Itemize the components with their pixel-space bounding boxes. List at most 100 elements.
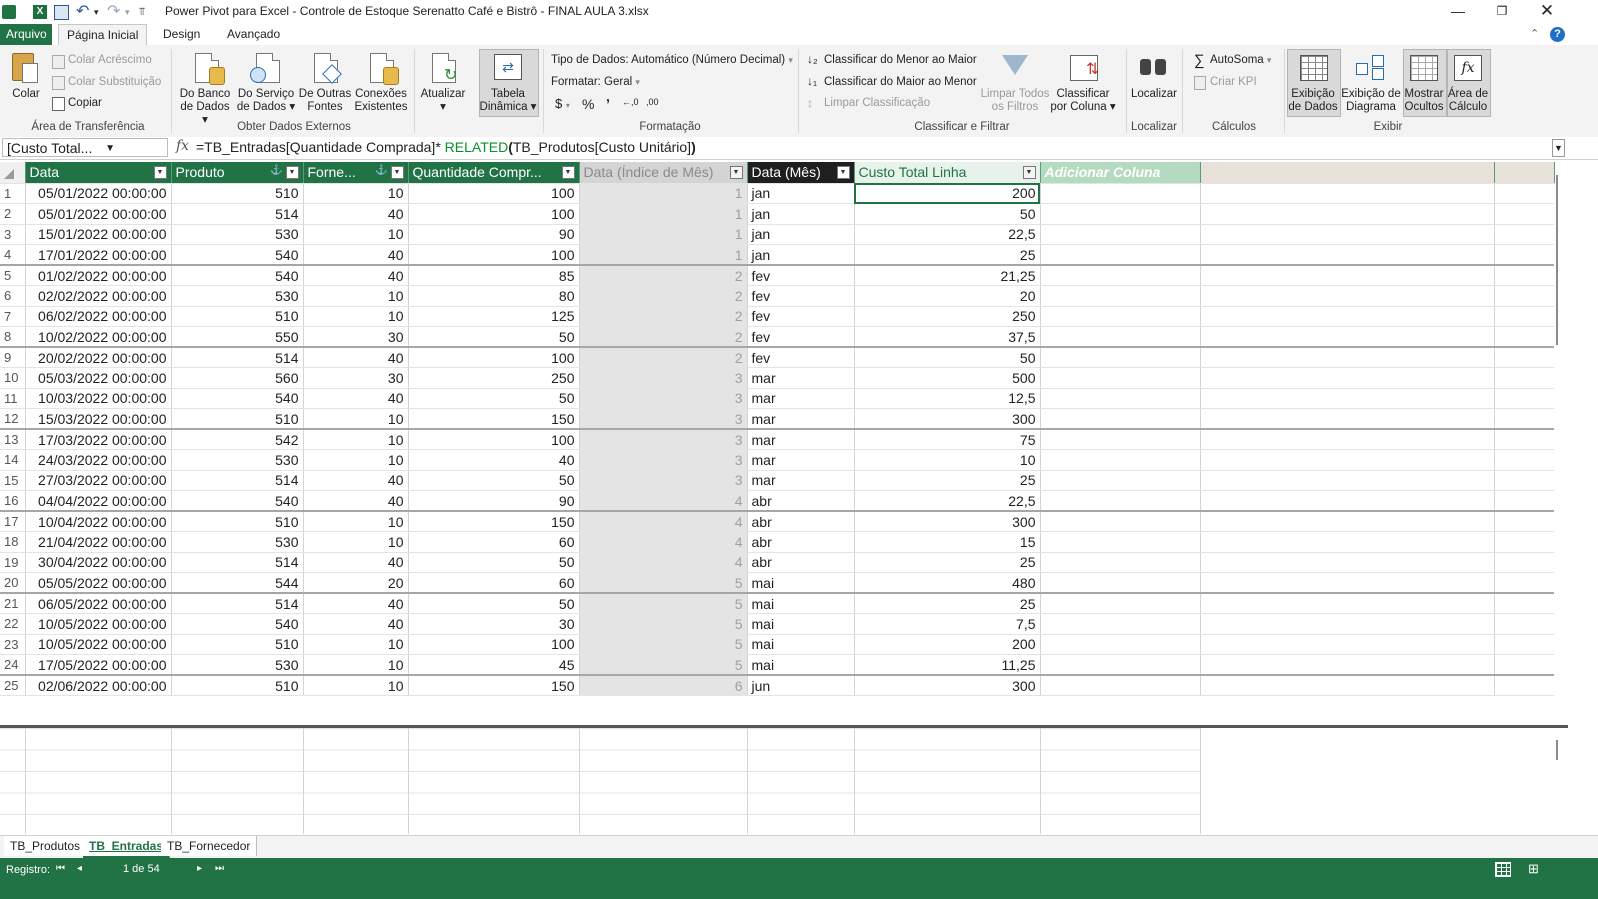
cell-produto[interactable]: 542 [171, 429, 304, 450]
refresh-button[interactable]: Atualizar ▾ [418, 88, 468, 114]
clear-sort-button[interactable]: Limpar Classificação [824, 97, 930, 109]
cell-produto[interactable]: 530 [171, 654, 304, 676]
cell-data[interactable]: 05/01/2022 00:00:00 [25, 183, 172, 204]
cell-fornecedor[interactable]: 40 [303, 265, 409, 286]
cell-empty[interactable] [1040, 326, 1201, 348]
cell-data[interactable]: 02/06/2022 00:00:00 [25, 675, 172, 696]
cell-empty[interactable] [1040, 552, 1201, 573]
table-row[interactable]: 11 10/03/2022 00:00:00 540 40 50 3 mar 12,5 [0, 388, 1554, 409]
formula-input[interactable]: =TB_Entradas[Quantidade Comprada]* RELAT… [196, 139, 696, 155]
cell-fornecedor[interactable]: 40 [303, 552, 409, 573]
cell-mes[interactable]: jun [747, 675, 855, 696]
sort-ascending-button[interactable]: Classificar do Menor ao Maior [824, 54, 977, 66]
cell-produto[interactable]: 514 [171, 593, 304, 614]
save-icon[interactable] [54, 5, 69, 20]
redo-dropdown-icon[interactable]: ▾ [125, 3, 130, 21]
cell-quantidade[interactable]: 50 [408, 326, 580, 348]
sort-descending-button[interactable]: Classificar do Maior ao Menor [824, 76, 977, 88]
cell-fornecedor[interactable]: 10 [303, 675, 409, 696]
sheet-tab-tb-produtos[interactable]: TB_Produtos [4, 836, 88, 856]
copy-button[interactable]: Copiar [68, 97, 102, 109]
currency-button[interactable]: $ ▾ [555, 96, 570, 111]
cell-quantidade[interactable]: 100 [408, 429, 580, 450]
cell-empty[interactable] [1040, 531, 1201, 553]
cell-fornecedor[interactable]: 10 [303, 183, 409, 204]
cell-produto[interactable]: 514 [171, 552, 304, 573]
data-view-button[interactable]: Exibição de Dados [1287, 88, 1339, 114]
table-row[interactable]: 22 10/05/2022 00:00:00 540 40 30 5 mai 7,5 [0, 613, 1554, 635]
cell-custo-total[interactable]: 200 [854, 183, 1041, 204]
cell-custo-total[interactable]: 11,25 [854, 654, 1041, 676]
row-number[interactable]: 1 [0, 183, 26, 204]
filter-dropdown-icon[interactable]: ▼ [153, 166, 167, 179]
cell-fornecedor[interactable]: 40 [303, 613, 409, 635]
cell-quantidade[interactable]: 40 [408, 449, 580, 471]
help-icon[interactable]: ? [1550, 27, 1565, 42]
cell-fornecedor[interactable]: 10 [303, 285, 409, 307]
cell-indice-mes[interactable]: 3 [579, 429, 748, 450]
table-row[interactable]: 21 06/05/2022 00:00:00 514 40 50 5 mai 25 [0, 593, 1554, 614]
row-number[interactable]: 18 [0, 531, 26, 553]
row-number[interactable]: 3 [0, 224, 26, 245]
cell-mes[interactable]: mar [747, 429, 855, 450]
column-header-produto[interactable]: Produto ⚓ ▼ [171, 162, 304, 184]
cell-empty[interactable] [1040, 224, 1201, 245]
table-row[interactable]: 12 15/03/2022 00:00:00 510 10 150 3 mar 300 [0, 408, 1554, 430]
cell-mes[interactable]: mai [747, 572, 855, 594]
cell-indice-mes[interactable]: 3 [579, 449, 748, 471]
sort-by-column-button[interactable]: Classificar por Coluna ▾ [1050, 88, 1116, 114]
cell-fornecedor[interactable]: 20 [303, 572, 409, 594]
add-column-header[interactable]: Adicionar Coluna [1040, 162, 1201, 184]
cell-quantidade[interactable]: 150 [408, 511, 580, 532]
cell-mes[interactable]: mar [747, 367, 855, 389]
row-number[interactable]: 9 [0, 347, 26, 368]
table-row[interactable]: 9 20/02/2022 00:00:00 514 40 100 2 fev 50 [0, 347, 1554, 368]
minimize-button[interactable]: — [1435, 0, 1481, 24]
cell-mes[interactable]: jan [747, 244, 855, 266]
cell-produto[interactable]: 514 [171, 203, 304, 225]
paste-append-button[interactable]: Colar Acréscimo [68, 54, 152, 66]
cell-custo-total[interactable]: 300 [854, 408, 1041, 430]
customize-quick-access-icon[interactable]: ⫪ [139, 3, 145, 21]
cell-custo-total[interactable]: 300 [854, 511, 1041, 532]
cell-mes[interactable]: fev [747, 285, 855, 307]
tab-advanced[interactable]: Avançado [219, 24, 288, 45]
cell-indice-mes[interactable]: 5 [579, 593, 748, 614]
table-row[interactable]: 15 27/03/2022 00:00:00 514 40 50 3 mar 25 [0, 470, 1554, 491]
cell-indice-mes[interactable]: 2 [579, 347, 748, 368]
cell-custo-total[interactable]: 500 [854, 367, 1041, 389]
table-row[interactable]: 5 01/02/2022 00:00:00 540 40 85 2 fev 21,25 [0, 265, 1554, 286]
cell-produto[interactable]: 510 [171, 634, 304, 655]
cell-empty[interactable] [1040, 449, 1201, 471]
cell-quantidade[interactable]: 50 [408, 388, 580, 409]
cell-produto[interactable]: 544 [171, 572, 304, 594]
cell-data[interactable]: 05/05/2022 00:00:00 [25, 572, 172, 594]
sheet-tab-tb-entradas[interactable]: TB_Entradas [83, 836, 171, 858]
cell-indice-mes[interactable]: 4 [579, 552, 748, 573]
row-number[interactable]: 8 [0, 326, 26, 348]
cell-mes[interactable]: jan [747, 203, 855, 225]
cell-data[interactable]: 10/03/2022 00:00:00 [25, 388, 172, 409]
cell-custo-total[interactable]: 75 [854, 429, 1041, 450]
cell-indice-mes[interactable]: 2 [579, 326, 748, 348]
filter-dropdown-icon[interactable]: ▼ [390, 166, 404, 179]
cell-fornecedor[interactable]: 40 [303, 388, 409, 409]
clear-all-filters-button[interactable]: Limpar Todos os Filtros [978, 88, 1052, 114]
row-number[interactable]: 15 [0, 470, 26, 491]
cell-fornecedor[interactable]: 40 [303, 203, 409, 225]
row-number[interactable]: 11 [0, 388, 26, 409]
cell-indice-mes[interactable]: 4 [579, 531, 748, 553]
cell-fornecedor[interactable]: 10 [303, 408, 409, 430]
row-number[interactable]: 22 [0, 613, 26, 635]
cell-mes[interactable]: abr [747, 490, 855, 512]
cell-mes[interactable]: fev [747, 306, 855, 327]
cell-data[interactable]: 21/04/2022 00:00:00 [25, 531, 172, 553]
cell-quantidade[interactable]: 50 [408, 552, 580, 573]
cell-mes[interactable]: mar [747, 449, 855, 471]
row-number[interactable]: 4 [0, 244, 26, 266]
cell-mes[interactable]: fev [747, 326, 855, 348]
tab-file[interactable]: Arquivo [0, 24, 52, 45]
cell-quantidade[interactable]: 100 [408, 634, 580, 655]
cell-custo-total[interactable]: 21,25 [854, 265, 1041, 286]
cell-quantidade[interactable]: 45 [408, 654, 580, 676]
